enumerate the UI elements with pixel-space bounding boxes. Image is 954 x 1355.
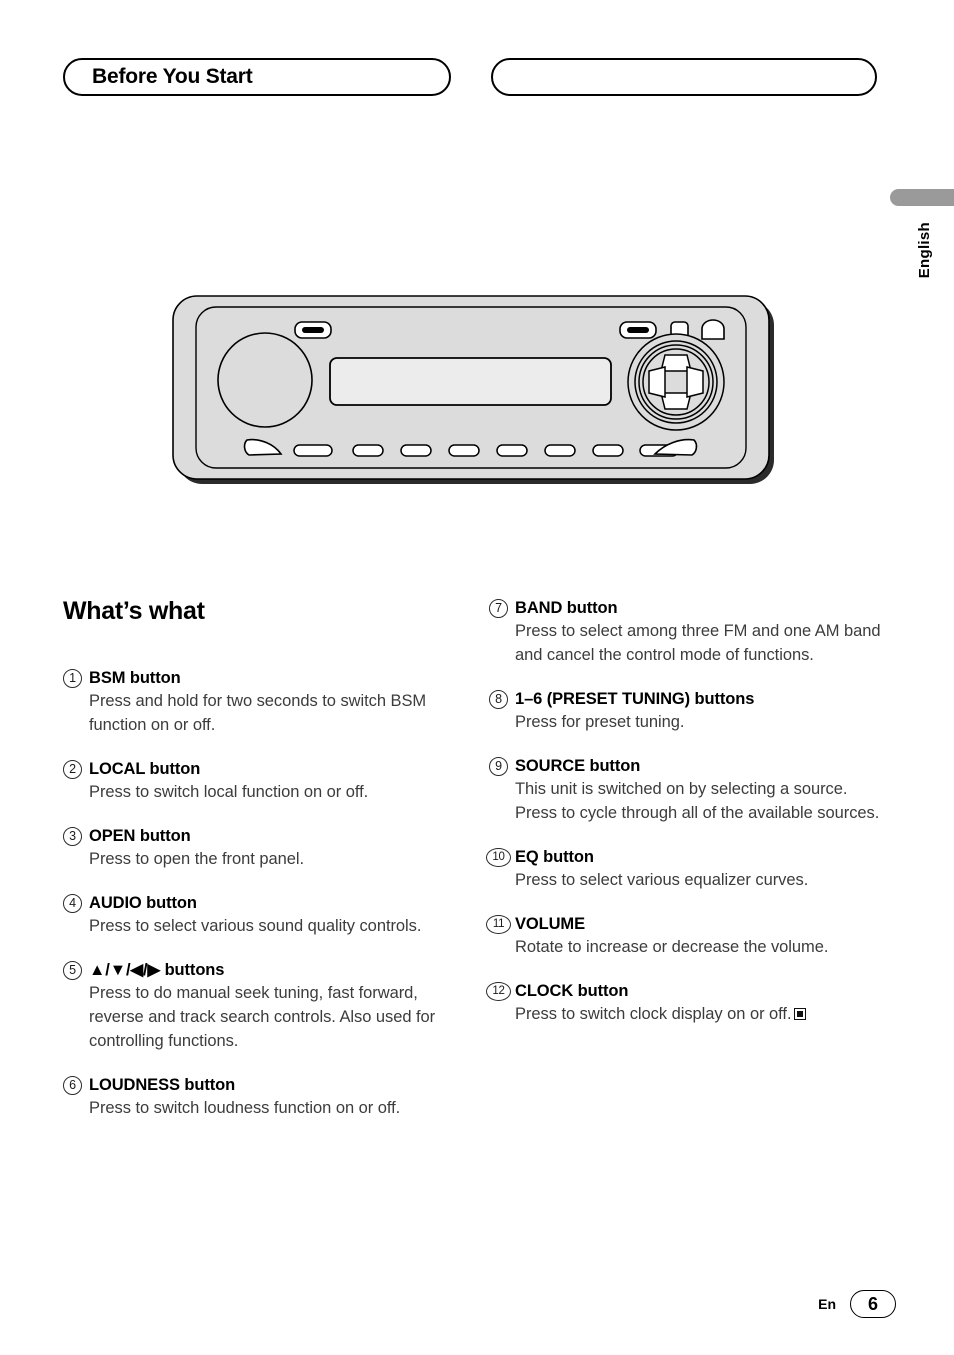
- item-heading: ▲/▼/◀/▶ buttons: [89, 961, 225, 979]
- item-heading: AUDIO button: [89, 894, 197, 912]
- whats-what-right-column: 7 BAND button Press to select among three …: [486, 598, 884, 1048]
- item-description: Press to switch local function on or off…: [89, 783, 369, 801]
- page-footer: En 6: [818, 1290, 896, 1318]
- item-description: Press and hold for two seconds to switch…: [89, 692, 427, 734]
- item-number-badge: 8: [489, 690, 508, 709]
- section-end-marker-icon: [794, 1008, 807, 1020]
- whats-what-item: 7 BAND button Press to select among three …: [489, 598, 884, 667]
- item-number-badge: 9: [489, 757, 508, 776]
- footer-language-label: En: [818, 1296, 836, 1312]
- whats-what-item: 11 VOLUME Rotate to increase or decrease t…: [486, 914, 884, 959]
- item-heading: VOLUME: [515, 915, 585, 933]
- item-heading: LOCAL button: [89, 760, 201, 778]
- item-heading: OPEN button: [89, 827, 191, 845]
- whats-what-item: 5 ▲/▼/◀/▶ buttons Press to do manual seek …: [63, 960, 458, 1053]
- item-heading: EQ button: [515, 848, 594, 866]
- item-number-badge: 12: [486, 982, 511, 1001]
- item-description: Press to select among three FM and one A…: [515, 622, 881, 664]
- item-heading: LOUDNESS button: [89, 1076, 236, 1094]
- item-number-badge: 2: [63, 760, 82, 779]
- item-description: Press to switch clock display on or off.: [515, 1002, 884, 1026]
- car-stereo-illustration: [168, 292, 780, 492]
- item-description: Press to select various sound quality co…: [89, 917, 422, 935]
- whats-what-item: 4 AUDIO button Press to select various sou…: [63, 893, 458, 938]
- item-heading: BAND button: [515, 599, 618, 617]
- side-tab-marker: [890, 189, 954, 206]
- item-number-badge: 10: [486, 848, 511, 867]
- chapter-header-right: [491, 58, 877, 96]
- item-description: Rotate to increase or decrease the volum…: [515, 938, 829, 956]
- whats-what-item: 8 1–6 (PRESET TUNING) buttons Press for pr…: [489, 689, 884, 734]
- whats-what-item: 6 LOUDNESS button Press to switch loudness…: [63, 1075, 458, 1120]
- item-description: This unit is switched on by selecting a …: [515, 780, 880, 822]
- item-number-badge: 4: [63, 894, 82, 913]
- item-description: Press to do manual seek tuning, fast for…: [89, 984, 436, 1050]
- item-description: Press to switch loudness function on or …: [89, 1099, 401, 1117]
- item-number-badge: 11: [486, 915, 511, 934]
- item-description: Press for preset tuning.: [515, 713, 685, 731]
- whats-what-left-column: 1 BSM button Press and hold for two second…: [63, 668, 458, 1142]
- whats-what-item: 10 EQ button Press to select various equal…: [486, 847, 884, 892]
- item-number-badge: 6: [63, 1076, 82, 1095]
- item-heading: 1–6 (PRESET TUNING) buttons: [515, 690, 755, 708]
- item-number-badge: 7: [489, 599, 508, 618]
- item-description: Press to open the front panel.: [89, 850, 304, 868]
- item-heading: BSM button: [89, 669, 181, 687]
- side-tab-language-label: English: [894, 222, 954, 312]
- whats-what-item: 3 OPEN button Press to open the front pane…: [63, 826, 458, 871]
- item-heading: CLOCK button: [515, 982, 629, 1000]
- chapter-header-left: Before You Start: [63, 58, 451, 96]
- item-number-badge: 1: [63, 669, 82, 688]
- whats-what-item: 2 LOCAL button Press to switch local funct…: [63, 759, 458, 804]
- page-title: What’s what: [63, 597, 205, 625]
- page-number-badge: 6: [850, 1290, 896, 1318]
- item-number-badge: 3: [63, 827, 82, 846]
- chapter-title: Before You Start: [92, 65, 253, 88]
- whats-what-item: 12 CLOCK button Press to switch clock disp…: [486, 981, 884, 1026]
- item-description: Press to select various equalizer curves…: [515, 871, 809, 889]
- whats-what-item: 9 SOURCE button This unit is switched on b…: [489, 756, 884, 825]
- side-tab-language-text: English: [915, 222, 933, 279]
- item-heading: SOURCE button: [515, 757, 641, 775]
- item-number-badge: 5: [63, 961, 82, 980]
- whats-what-item: 1 BSM button Press and hold for two second…: [63, 668, 458, 737]
